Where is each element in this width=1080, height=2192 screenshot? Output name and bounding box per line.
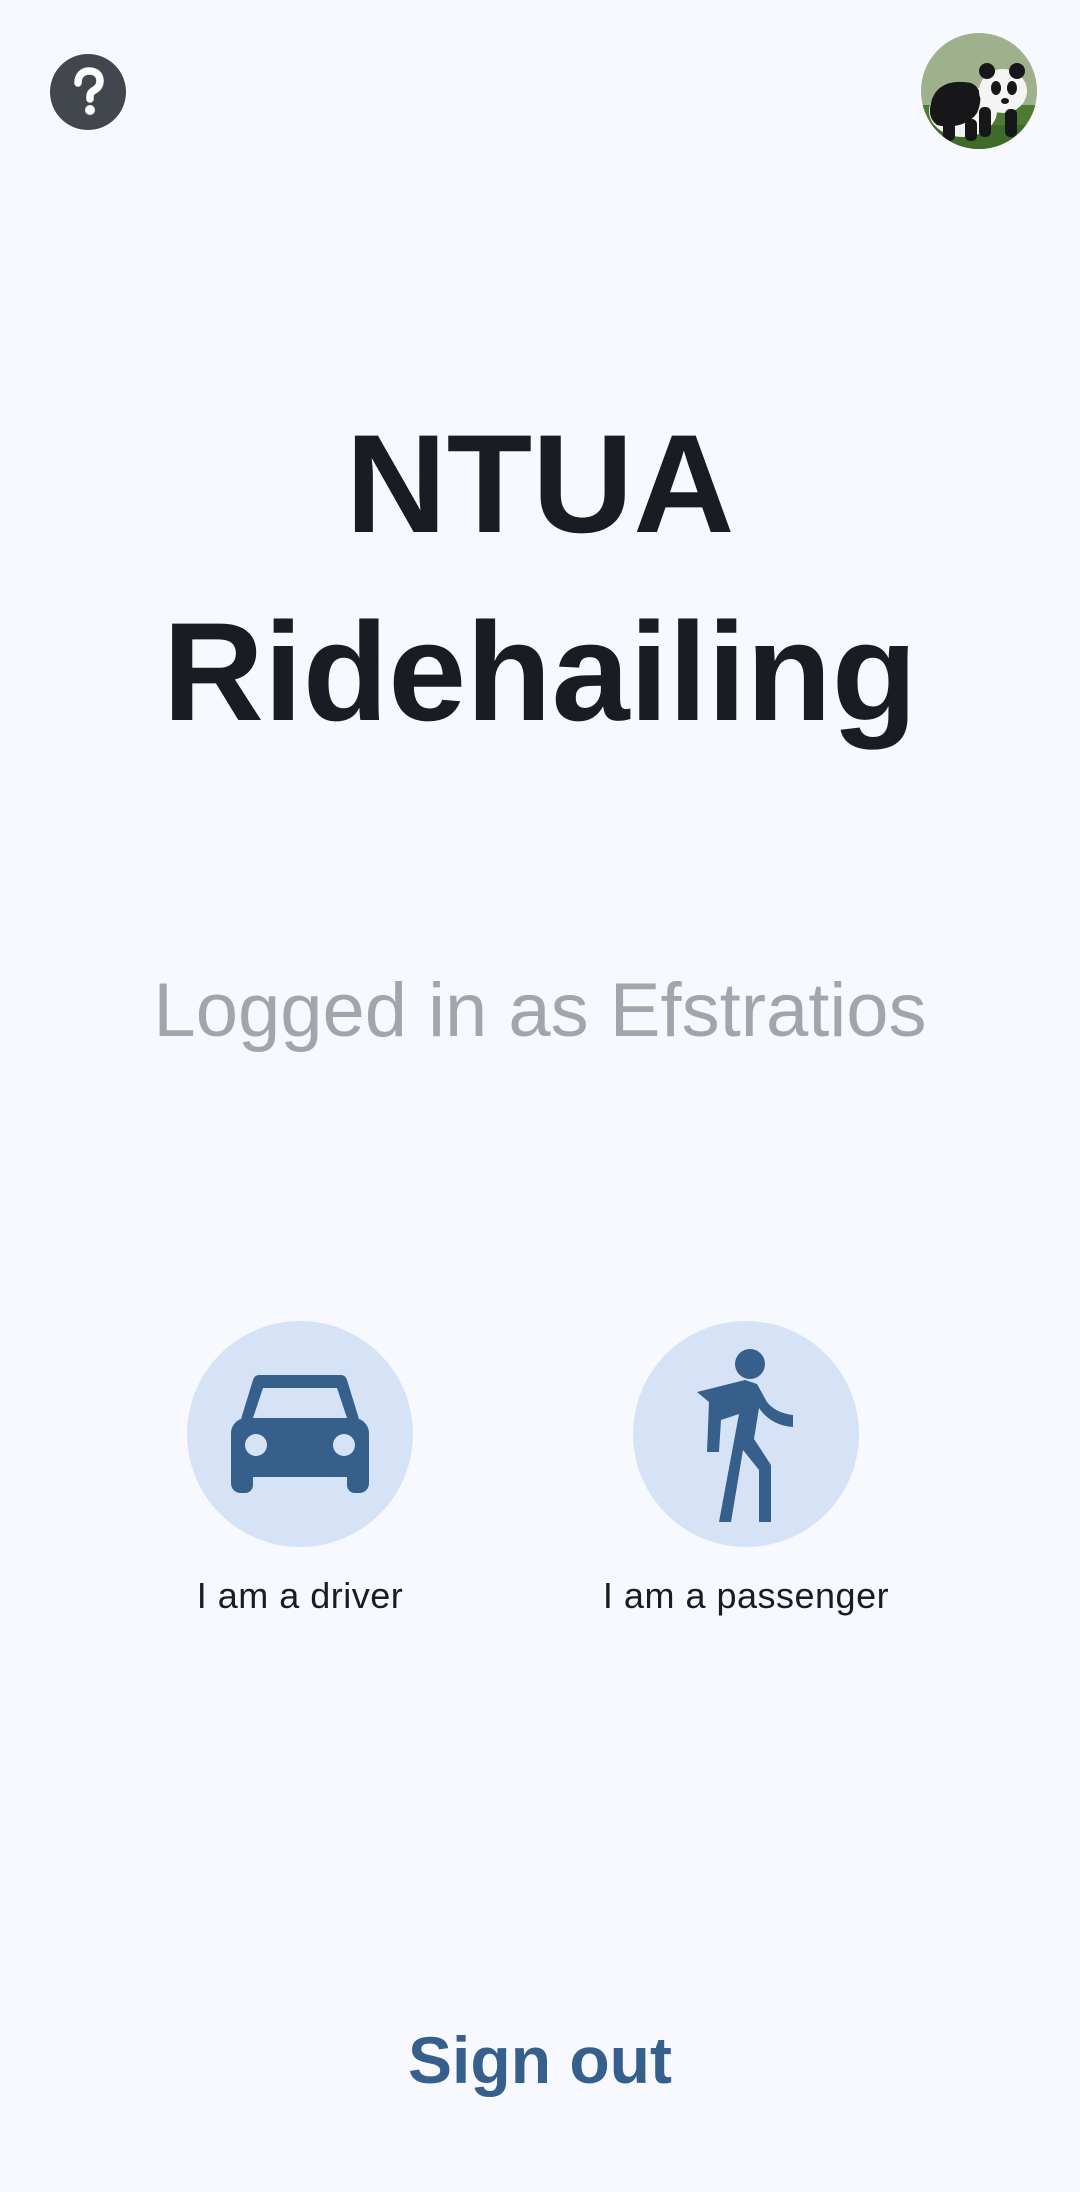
panda-avatar-icon [921,33,1037,149]
car-icon [231,1375,369,1493]
app-title-line2: Ridehailing [162,593,918,750]
walking-person-icon [697,1349,793,1522]
logged-in-status: Logged in as Efstratios [153,968,927,1053]
passenger-icon-circle[interactable] [633,1321,859,1547]
passenger-role-button[interactable]: I am a passenger [546,1321,946,1619]
driver-role-button[interactable]: I am a driver [100,1321,500,1619]
passenger-role-label: I am a passenger [602,1575,890,1616]
driver-role-label: I am a driver [196,1575,404,1616]
driver-icon-circle[interactable] [187,1321,413,1547]
app-title-line1: NTUA [345,405,735,562]
help-button[interactable] [50,54,126,130]
sign-out-button[interactable]: Sign out [340,2010,740,2110]
avatar[interactable] [921,33,1037,149]
help-circle-icon [74,67,104,115]
app-title: NTUA Ridehailing [0,390,1080,766]
